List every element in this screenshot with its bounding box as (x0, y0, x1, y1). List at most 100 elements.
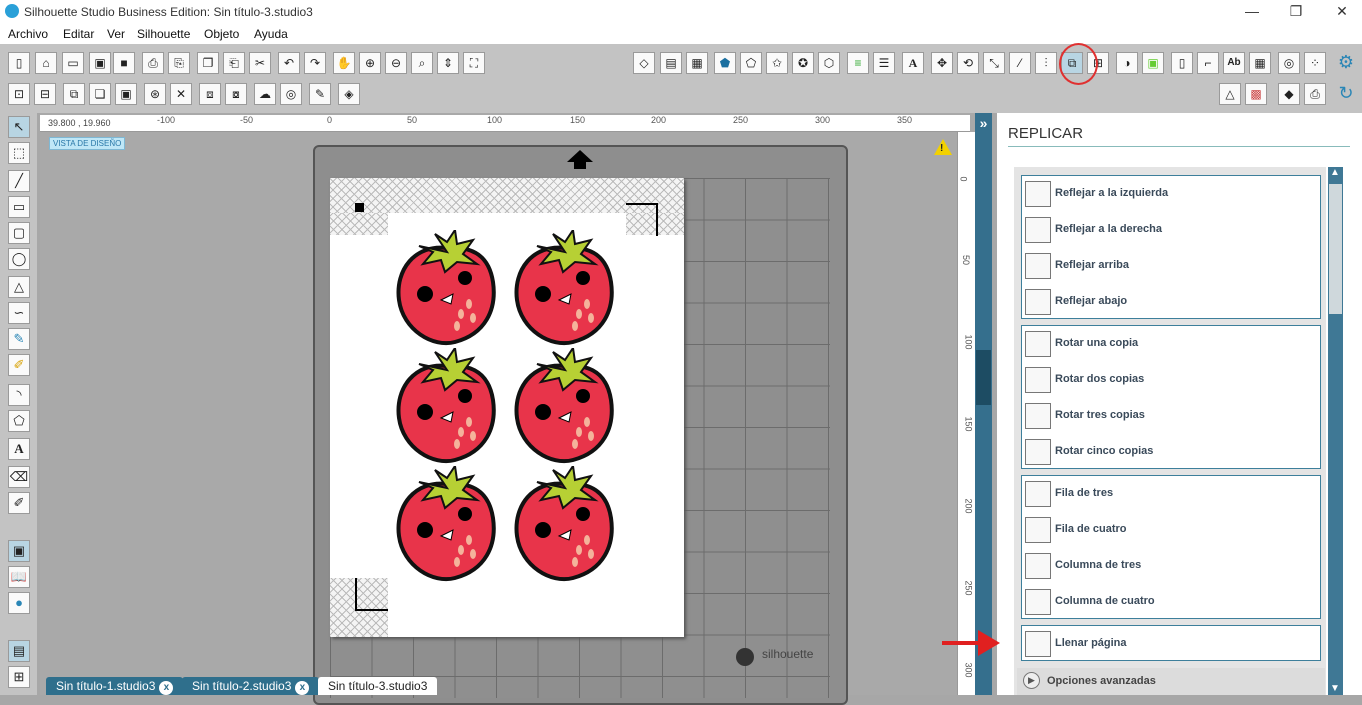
strawberry-image[interactable] (395, 348, 499, 466)
print-cut-icon[interactable]: ⎘ (168, 52, 190, 74)
expand-play-icon[interactable]: ▶ (1023, 672, 1040, 689)
menu-objeto[interactable]: Objeto (204, 27, 239, 41)
trace-icon[interactable]: ▯ (1171, 52, 1193, 74)
grid-icon[interactable]: ▦ (686, 52, 708, 74)
pattern-fill-icon[interactable]: ▦ (1249, 52, 1271, 74)
gradient-icon[interactable]: ⬡ (818, 52, 840, 74)
group-icon[interactable]: ⊡ (8, 83, 30, 105)
redo-icon[interactable]: ↷ (304, 52, 326, 74)
menu-ver[interactable]: Ver (107, 27, 125, 41)
close-tab-icon[interactable]: x (295, 681, 310, 695)
line-dash-icon[interactable]: ☰ (873, 52, 895, 74)
polygon-tool-icon[interactable]: △ (8, 276, 30, 298)
strawberry-image[interactable] (513, 466, 617, 584)
line-style-icon[interactable]: ✩ (766, 52, 788, 74)
send-icon[interactable]: ⎙ (1304, 83, 1326, 105)
point-edit-icon[interactable]: ⬚ (8, 142, 30, 164)
tab-sin-titulo-2[interactable]: Sin título-2.studio3 x (182, 677, 320, 695)
restore-button[interactable]: ❐ (1286, 2, 1306, 20)
settings-gear-icon[interactable]: ⚙ (1335, 52, 1357, 74)
tab-sin-titulo-1[interactable]: Sin título-1.studio3 x (46, 677, 184, 695)
menu-archivo[interactable]: Archivo (8, 27, 48, 41)
save-icon[interactable]: ▣ (89, 52, 111, 74)
zoom-out-icon[interactable]: ⊖ (385, 52, 407, 74)
delete-icon[interactable]: ✕ (170, 83, 192, 105)
offset-cloud-icon[interactable]: ☁ (254, 83, 276, 105)
print-icon[interactable]: ⎙ (142, 52, 164, 74)
undo-icon[interactable]: ↶ (278, 52, 300, 74)
strawberry-image[interactable] (513, 348, 617, 466)
cut-icon[interactable]: ✂ (249, 52, 271, 74)
save-library-icon[interactable]: ■ (113, 52, 135, 74)
ellipse-tool-icon[interactable]: ◯ (8, 248, 30, 270)
menu-ayuda[interactable]: Ayuda (254, 27, 288, 41)
strawberry-image[interactable] (395, 230, 499, 348)
fill-color-icon[interactable]: ⬟ (714, 52, 736, 74)
rhinestone-icon[interactable]: ◎ (1278, 52, 1300, 74)
design-panel-icon[interactable]: ▣ (8, 540, 30, 562)
design-page[interactable] (330, 178, 684, 637)
line-tool-icon[interactable]: ╱ (8, 170, 30, 192)
paste-icon[interactable]: ⎗ (223, 52, 245, 74)
line-width-icon[interactable]: ≡ (847, 52, 869, 74)
copy-icon[interactable]: ❐ (197, 52, 219, 74)
magic-wand-icon[interactable]: ✎ (309, 83, 331, 105)
text-tool-icon[interactable]: A (8, 438, 30, 460)
bring-forward-icon[interactable]: ▣ (115, 83, 137, 105)
view-panel-icon[interactable]: ▤ (8, 640, 30, 662)
menu-editar[interactable]: Editar (63, 27, 94, 41)
tab-sin-titulo-3[interactable]: Sin título-3.studio3 (318, 677, 438, 695)
freehand-tool-icon[interactable]: ✎ (8, 328, 30, 350)
scroll-up-icon[interactable]: ▲ (1330, 167, 1340, 178)
dots-icon[interactable]: ⁘ (1304, 52, 1326, 74)
cube-icon[interactable]: ◈ (338, 83, 360, 105)
mirror-icon[interactable]: ⧇ (225, 83, 247, 105)
text-style-icon[interactable]: A (902, 52, 924, 74)
strawberry-image[interactable] (395, 466, 499, 584)
close-tab-icon[interactable]: x (159, 681, 174, 695)
pan-hand-icon[interactable]: ✋ (333, 52, 355, 74)
eraser-tool-icon[interactable]: ⌫ (8, 466, 30, 488)
zoom-select-icon[interactable]: ⌕ (411, 52, 433, 74)
close-button[interactable]: ✕ (1332, 2, 1352, 20)
weld-icon[interactable]: ⊛ (144, 83, 166, 105)
advanced-options-label[interactable]: Opciones avanzadas (1047, 675, 1156, 687)
text-box-icon[interactable]: Ab (1223, 52, 1245, 74)
select-arrow-icon[interactable]: ↖ (8, 116, 30, 138)
drag-zoom-icon[interactable]: ⇕ (437, 52, 459, 74)
eraser-design-icon[interactable]: ◇ (633, 52, 655, 74)
shear-icon[interactable]: ⁄ (1009, 52, 1031, 74)
line-color-icon[interactable]: ⬠ (740, 52, 762, 74)
duplicate-icon[interactable]: ⧈ (199, 83, 221, 105)
rotate-icon[interactable]: ⟲ (957, 52, 979, 74)
knife-icon[interactable]: ⌐ (1197, 52, 1219, 74)
rounded-rect-icon[interactable]: ▢ (8, 222, 30, 244)
shadow-icon[interactable]: ✪ (792, 52, 814, 74)
transform-icon[interactable]: ✥ (931, 52, 953, 74)
smooth-freehand-icon[interactable]: ✐ (8, 354, 30, 376)
new-file-icon[interactable]: ▯ (8, 52, 30, 74)
scale-icon[interactable]: ⤡ (983, 52, 1005, 74)
page-setup-icon[interactable]: ▤ (660, 52, 682, 74)
library-book-icon[interactable]: 📖 (8, 566, 30, 588)
make-compound-icon[interactable]: ⧉ (63, 83, 85, 105)
align-icon[interactable]: ⫶ (1035, 52, 1057, 74)
strawberry-image[interactable] (513, 230, 617, 348)
panel-scroll-thumb[interactable] (1329, 184, 1342, 314)
split-view-icon[interactable]: ⊞ (8, 666, 30, 688)
library-icon[interactable]: ▭ (62, 52, 84, 74)
scroll-down-icon[interactable]: ▼ (1330, 683, 1340, 694)
sync-icon[interactable]: ↻ (1335, 83, 1357, 105)
store-icon[interactable]: ● (8, 592, 30, 614)
knife-tool-icon[interactable]: ✐ (8, 492, 30, 514)
vertical-scroll-thumb[interactable] (976, 350, 991, 405)
minimize-button[interactable]: — (1242, 2, 1262, 20)
eraser-icon[interactable]: ◆ (1278, 83, 1300, 105)
arc-tool-icon[interactable]: ◝ (8, 384, 30, 406)
pattern-mode-icon[interactable]: ▩ (1245, 83, 1267, 105)
offset-icon[interactable]: ▣ (1142, 52, 1164, 74)
circle-target-icon[interactable]: ◎ (280, 83, 302, 105)
rectangle-tool-icon[interactable]: ▭ (8, 196, 30, 218)
polygon-shape-icon[interactable]: ⬠ (8, 410, 30, 432)
curve-tool-icon[interactable]: ∽ (8, 302, 30, 324)
